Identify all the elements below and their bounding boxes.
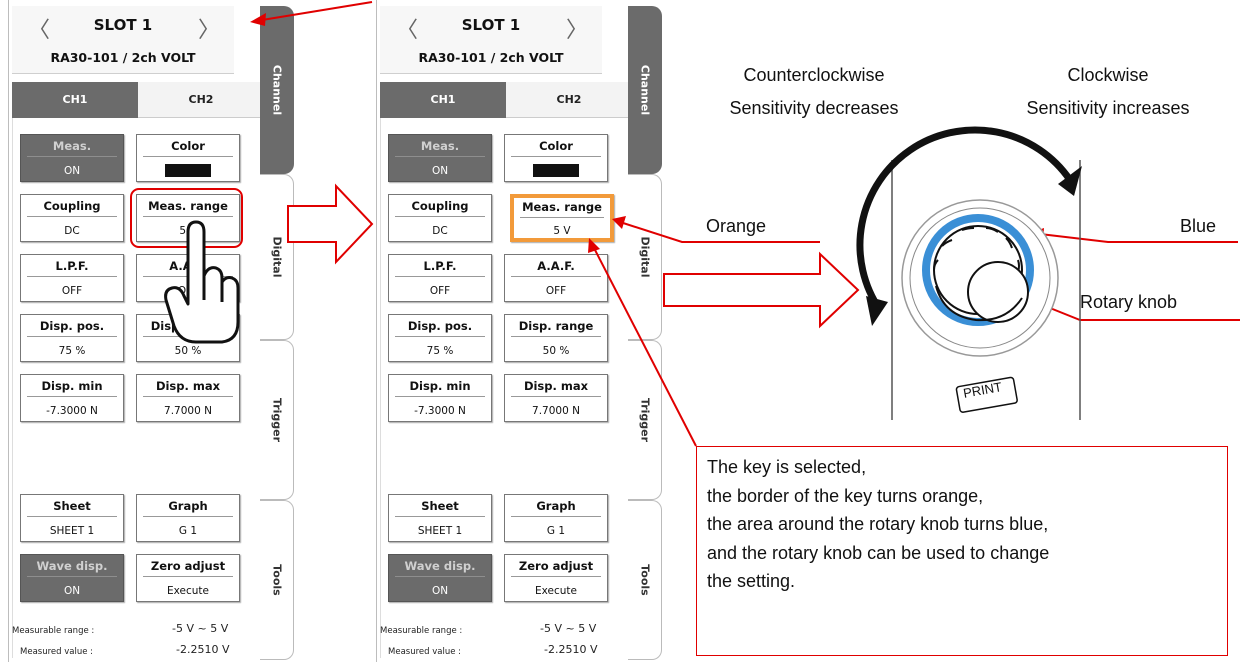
orange-label: Orange [706, 216, 767, 236]
ccw-label: Counterclockwise Sensitivity decreases [706, 60, 922, 126]
blue-label: Blue [1180, 216, 1217, 236]
next-slot-pointer-arrow [250, 1, 373, 26]
ccw-line1: Counterclockwise [743, 65, 885, 85]
note-line: and the rotary knob can be used to chang… [707, 542, 1050, 563]
note-callout-line [588, 238, 697, 447]
cw-line2: Sensitivity increases [1026, 98, 1190, 118]
rotary-knob-icon [901, 199, 1059, 357]
transition-arrow [663, 251, 860, 329]
explanation-box: The key is selected, the border of the k… [696, 446, 1228, 656]
note-line: The key is selected, [707, 457, 867, 477]
rotary-knob-label: Rotary knob [1080, 292, 1178, 312]
cw-line1: Clockwise [1067, 65, 1149, 85]
note-line: the border of the key turns orange, [707, 485, 984, 506]
transition-arrow [287, 183, 374, 265]
note-line: the setting. [707, 571, 796, 591]
note-line: the area around the rotary knob turns bl… [707, 514, 1049, 534]
ccw-line2: Sensitivity decreases [729, 98, 899, 118]
cw-label: Clockwise Sensitivity increases [988, 60, 1228, 126]
hand-pointer-icon [164, 220, 240, 344]
